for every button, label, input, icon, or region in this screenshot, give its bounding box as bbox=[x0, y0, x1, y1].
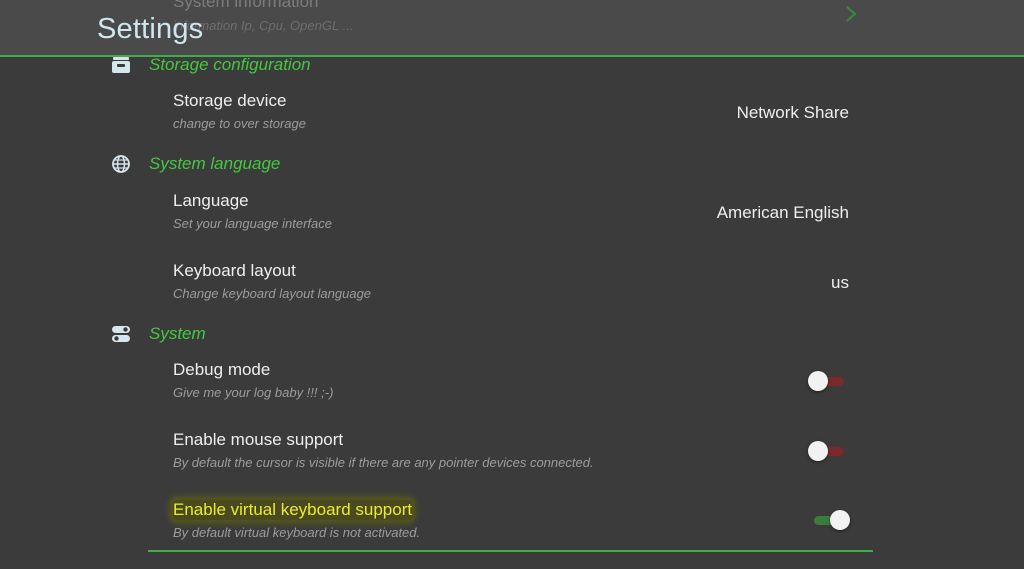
mouse-support-toggle[interactable] bbox=[808, 440, 848, 462]
language-row[interactable]: Language Set your language interface Ame… bbox=[173, 191, 853, 241]
selection-underline bbox=[148, 550, 873, 552]
storage-drawer-icon bbox=[110, 54, 132, 76]
row-title: Language bbox=[173, 191, 249, 210]
virtual-keyboard-toggle[interactable] bbox=[810, 509, 850, 531]
section-title: System bbox=[149, 324, 206, 343]
section-storage-configuration: Storage configuration bbox=[110, 54, 311, 76]
section-title: Storage configuration bbox=[149, 55, 311, 74]
row-title: Keyboard layout bbox=[173, 261, 296, 280]
row-title: Enable mouse support bbox=[173, 430, 344, 449]
row-title: Storage device bbox=[173, 91, 287, 110]
row-subtitle: By default the cursor is visible if ther… bbox=[173, 455, 594, 470]
section-title: System language bbox=[149, 154, 281, 173]
row-subtitle: Set your language interface bbox=[173, 216, 332, 231]
virtual-keyboard-row[interactable]: Enable virtual keyboard support By defau… bbox=[173, 500, 853, 550]
toggle-knob bbox=[830, 510, 850, 530]
debug-mode-toggle[interactable] bbox=[808, 370, 848, 392]
row-title: Enable virtual keyboard support bbox=[173, 500, 413, 520]
row-subtitle: change to over storage bbox=[173, 116, 306, 131]
language-value[interactable]: American English bbox=[717, 203, 849, 223]
row-subtitle: By default virtual keyboard is not activ… bbox=[173, 525, 421, 540]
toggle-knob bbox=[808, 371, 828, 391]
row-subtitle: Change keyboard layout language bbox=[173, 286, 372, 301]
row-subtitle: Give me your log baby !!! ;-) bbox=[173, 385, 334, 400]
row-title: Debug mode bbox=[173, 360, 271, 379]
toggle-knob bbox=[808, 441, 828, 461]
globe-icon bbox=[110, 153, 132, 175]
keyboard-layout-value[interactable]: us bbox=[831, 273, 849, 293]
storage-device-row[interactable]: Storage device change to over storage Ne… bbox=[173, 91, 853, 141]
page-title: Settings bbox=[97, 13, 204, 45]
section-system: System bbox=[110, 323, 206, 345]
title-bar: System information information Ip, Cpu, … bbox=[0, 0, 1024, 57]
storage-device-value[interactable]: Network Share bbox=[737, 103, 849, 123]
section-system-language: System language bbox=[110, 153, 280, 175]
toggles-icon bbox=[110, 323, 132, 345]
keyboard-layout-row[interactable]: Keyboard layout Change keyboard layout l… bbox=[173, 261, 853, 311]
system-information-title[interactable]: System information bbox=[173, 0, 319, 12]
mouse-support-row[interactable]: Enable mouse support By default the curs… bbox=[173, 430, 853, 480]
debug-mode-row[interactable]: Debug mode Give me your log baby !!! ;-) bbox=[173, 360, 853, 410]
chevron-right-icon[interactable] bbox=[844, 4, 858, 24]
